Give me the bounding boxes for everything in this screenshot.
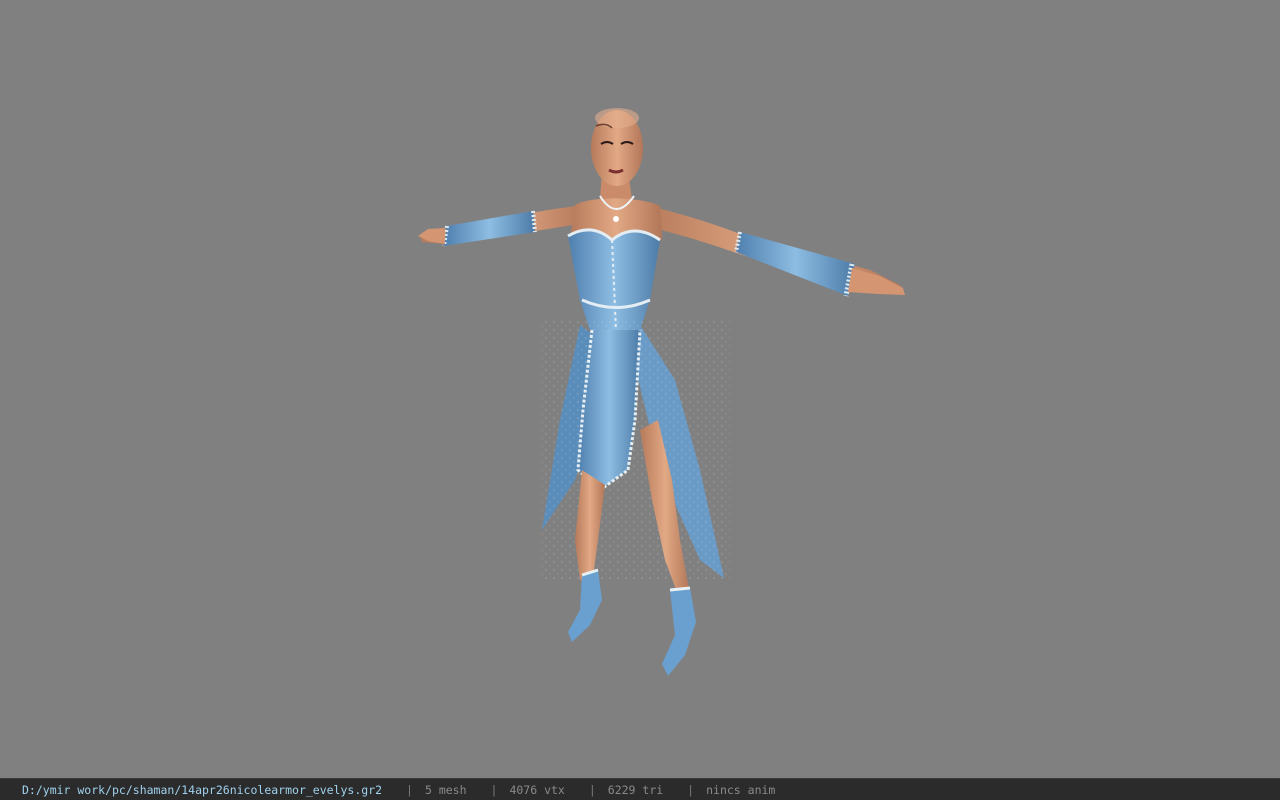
separator: |	[588, 782, 596, 797]
animation-status: nincs anim	[706, 782, 776, 797]
right-hand	[848, 268, 905, 295]
file-path: D:/ymir work/pc/shaman/14apr26nicolearmo…	[22, 782, 383, 797]
separator: |	[687, 782, 695, 797]
3d-viewport[interactable]	[0, 0, 1280, 778]
mesh-count: 5 mesh	[424, 782, 467, 797]
left-glove	[444, 211, 535, 246]
separator: |	[406, 782, 413, 797]
status-bar: D:/ymir work/pc/shaman/14apr26nicolearmo…	[0, 778, 1280, 800]
triangle-count: 6229 tri	[607, 782, 664, 797]
separator: |	[490, 782, 498, 797]
vertex-count: 4076 vtx	[509, 782, 565, 797]
right-glove	[736, 232, 855, 296]
right-shoe	[662, 588, 696, 676]
character-model[interactable]	[0, 0, 1280, 778]
left-shoe	[568, 570, 602, 642]
